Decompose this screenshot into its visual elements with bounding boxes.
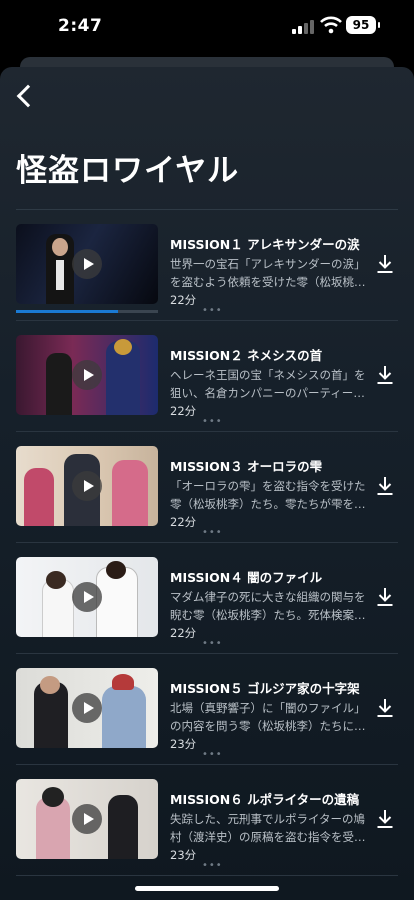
episode-description: 「オーロラの雫」を盗む指令を受けた零（松坂桃李）たち。零たちが雫を… — [170, 479, 366, 511]
episode-description: ヘレーネ王国の宝「ネメシスの首」を狙い、名倉カンパニーのパーティーに… — [170, 368, 366, 400]
download-icon[interactable] — [376, 476, 394, 496]
play-icon — [72, 471, 102, 501]
chevron-left-icon — [16, 84, 40, 108]
download-icon[interactable] — [376, 698, 394, 718]
play-icon — [72, 582, 102, 612]
episode-duration: 22分 — [170, 293, 197, 307]
cellular-signal-icon — [292, 20, 314, 34]
page-title: 怪盗ロワイヤル — [16, 153, 240, 189]
episode-title: MISSION１ アレキサンダーの涙 — [170, 237, 360, 252]
episode-row[interactable]: MISSION５ ゴルジア家の十字架 北場（真野響子）に「闇のファイル」の内容を… — [16, 654, 398, 765]
episode-title: MISSION２ ネメシスの首 — [170, 348, 323, 363]
back-button[interactable] — [10, 81, 40, 111]
status-bar: 2:47 95 — [0, 0, 414, 56]
episode-title: MISSION４ 闇のファイル — [170, 570, 323, 585]
episode-description: 北場（真野響子）に「闇のファイル」の内容を問う零（松坂桃李）たちに… — [170, 701, 366, 733]
episode-row[interactable]: MISSION２ ネメシスの首 ヘレーネ王国の宝「ネメシスの首」を狙い、名倉カン… — [16, 321, 398, 432]
episode-description: 失踪した、元刑事でルポライターの鳩村（渡洋史）の原稿を盗む指令を受… — [170, 812, 366, 844]
episode-title: MISSION５ ゴルジア家の十字架 — [170, 681, 360, 696]
episode-title: MISSION３ オーロラの雫 — [170, 459, 323, 474]
download-icon[interactable] — [376, 587, 394, 607]
wifi-icon — [320, 16, 342, 34]
episode-thumbnail[interactable] — [16, 335, 158, 415]
episode-row[interactable]: MISSION３ オーロラの雫 「オーロラの雫」を盗む指令を受けた零（松坂桃李）… — [16, 432, 398, 543]
download-icon[interactable] — [376, 254, 394, 274]
episode-row[interactable]: MISSION４ 闇のファイル マダム律子の死に大きな組織の関与を睨む零（松坂桃… — [16, 543, 398, 654]
battery-indicator: 95 — [346, 16, 380, 34]
episode-description: マダム律子の死に大きな組織の関与を睨む零（松坂桃李）たち。死体検案… — [170, 590, 366, 622]
series-sheet: 怪盗ロワイヤル MISSION１ アレキサンダーの涙 世界一の宝石「アレキサンダ… — [0, 67, 414, 900]
download-icon[interactable] — [376, 809, 394, 829]
more-dots-icon[interactable]: ••• — [202, 416, 223, 427]
episode-title: MISSION６ ルポライターの遺稿 — [170, 792, 360, 807]
home-indicator[interactable] — [135, 886, 279, 891]
play-icon — [72, 249, 102, 279]
episode-duration: 23分 — [170, 848, 197, 862]
download-icon[interactable] — [376, 365, 394, 385]
more-dots-icon[interactable]: ••• — [202, 305, 223, 316]
more-dots-icon[interactable]: ••• — [202, 860, 223, 871]
more-dots-icon[interactable]: ••• — [202, 527, 223, 538]
episode-list: MISSION１ アレキサンダーの涙 世界一の宝石「アレキサンダーの涙」を盗むよ… — [0, 210, 414, 876]
play-icon — [72, 360, 102, 390]
episode-row[interactable]: MISSION６ ルポライターの遺稿 失踪した、元刑事でルポライターの鳩村（渡洋… — [16, 765, 398, 876]
episode-duration: 23分 — [170, 737, 197, 751]
episode-description: 世界一の宝石「アレキサンダーの涙」を盗むよう依頼を受けた零（松坂桃李）… — [170, 257, 366, 289]
episode-thumbnail[interactable] — [16, 779, 158, 859]
watch-progress-bar — [16, 310, 158, 313]
episode-thumbnail[interactable] — [16, 557, 158, 637]
episode-duration: 22分 — [170, 626, 197, 640]
more-dots-icon[interactable]: ••• — [202, 638, 223, 649]
episode-duration: 22分 — [170, 515, 197, 529]
episode-thumbnail[interactable] — [16, 446, 158, 526]
episode-duration: 22分 — [170, 404, 197, 418]
episode-thumbnail[interactable] — [16, 224, 158, 304]
more-dots-icon[interactable]: ••• — [202, 749, 223, 760]
episode-row[interactable]: MISSION１ アレキサンダーの涙 世界一の宝石「アレキサンダーの涙」を盗むよ… — [16, 210, 398, 321]
episode-thumbnail[interactable] — [16, 668, 158, 748]
play-icon — [72, 804, 102, 834]
status-time: 2:47 — [58, 16, 103, 36]
play-icon — [72, 693, 102, 723]
